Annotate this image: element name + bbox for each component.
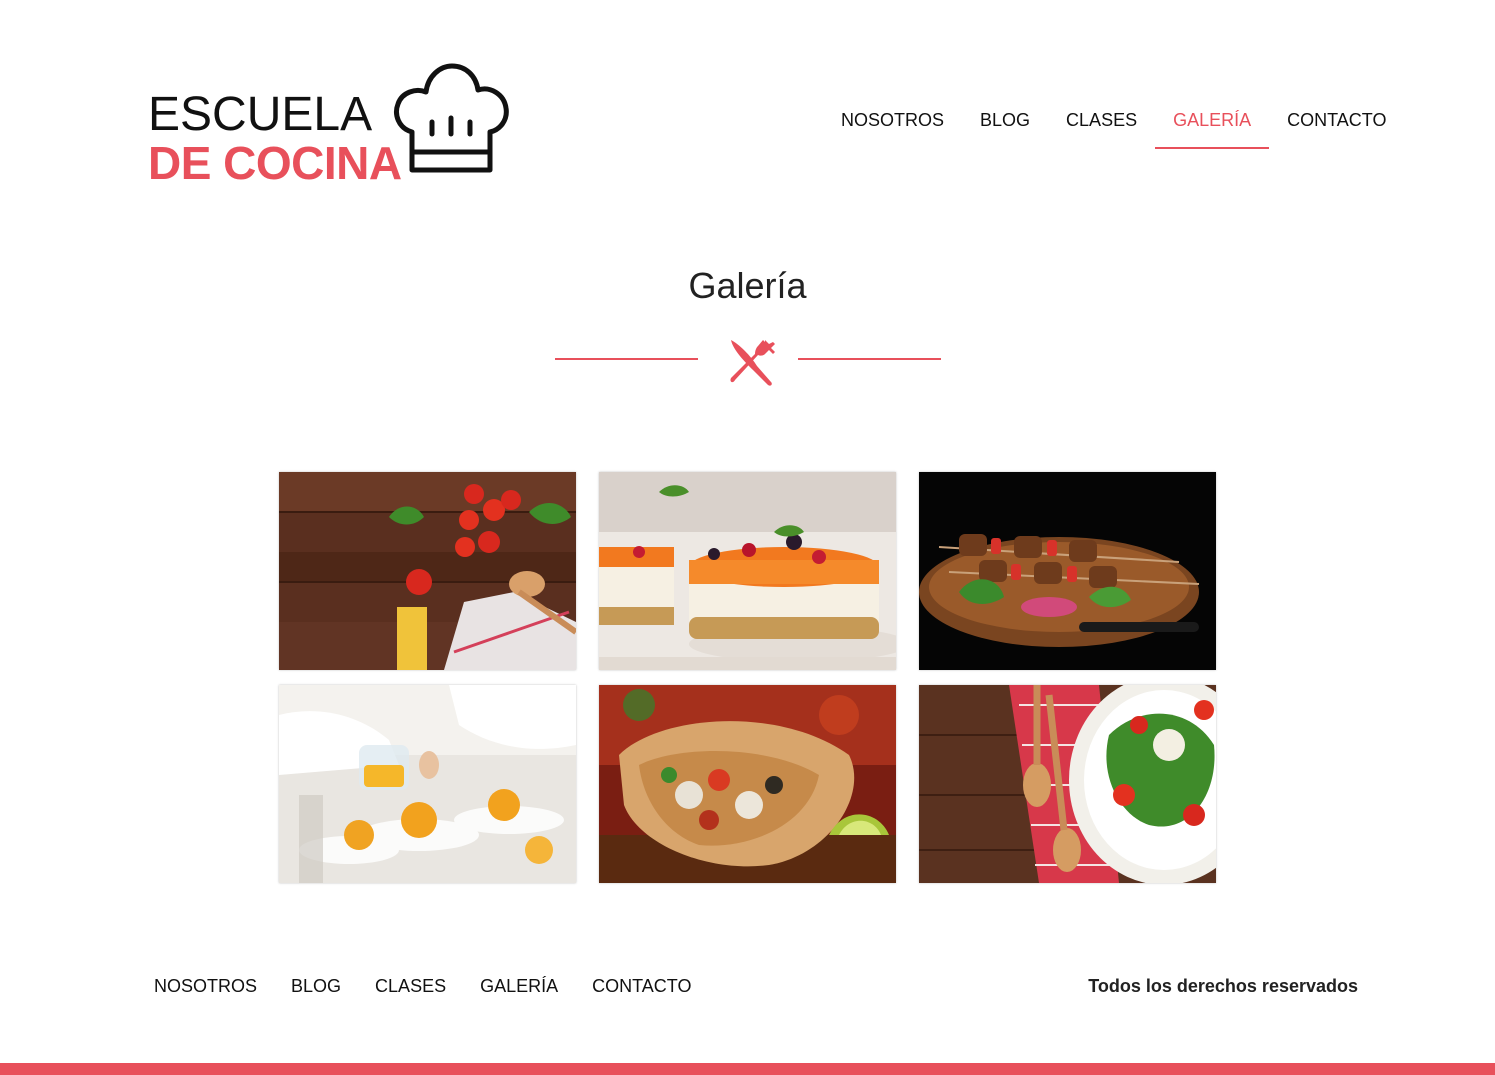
divider-line-left [555, 358, 698, 360]
footer-link-blog[interactable]: BLOG [274, 976, 358, 997]
nav-item-galeria[interactable]: GALERÍA [1155, 104, 1270, 149]
nav-item-clases[interactable]: CLASES [1048, 104, 1155, 149]
footer-link-galeria[interactable]: GALERÍA [463, 976, 575, 997]
title-divider [555, 336, 941, 388]
copyright-text: Todos los derechos reservados [1088, 976, 1358, 996]
footer-nav: NOSOTROS BLOG CLASES GALERÍA CONTACTO [137, 976, 708, 997]
gallery-photo-tomatoes[interactable] [279, 472, 576, 670]
chef-plating-photo [279, 685, 576, 883]
page-title: Galería [688, 265, 807, 306]
gallery-photo-chef-plating[interactable] [279, 685, 576, 883]
main-nav: NOSOTROS BLOG CLASES GALERÍA CONTACTO [823, 104, 1404, 149]
salad-photo [919, 685, 1216, 883]
nav-item-nosotros[interactable]: NOSOTROS [823, 104, 962, 149]
gallery-photo-burrito[interactable] [599, 685, 896, 883]
cheesecake-photo [599, 472, 896, 670]
skewers-photo [919, 472, 1216, 670]
burrito-photo [599, 685, 896, 883]
divider-line-right [798, 358, 941, 360]
footer-link-nosotros[interactable]: NOSOTROS [137, 976, 274, 997]
footer-accent-bar [0, 1063, 1495, 1075]
nav-item-contacto[interactable]: CONTACTO [1269, 104, 1404, 149]
photo-gallery [279, 472, 1216, 883]
nav-item-blog[interactable]: BLOG [962, 104, 1048, 149]
gallery-photo-cheesecake[interactable] [599, 472, 896, 670]
gallery-photo-salad[interactable] [919, 685, 1216, 883]
gallery-photo-skewers[interactable] [919, 472, 1216, 670]
logo-text-line2: DE COCINA [148, 137, 402, 189]
tomatoes-pasta-photo [279, 472, 576, 670]
footer-link-contacto[interactable]: CONTACTO [575, 976, 708, 997]
footer-link-clases[interactable]: CLASES [358, 976, 463, 997]
cutlery-icon [730, 340, 775, 386]
logo-text-line1: ESCUELA [148, 88, 373, 141]
chef-hat-icon [394, 63, 509, 173]
site-logo[interactable]: ESCUELA DE COCINA [148, 62, 513, 189]
